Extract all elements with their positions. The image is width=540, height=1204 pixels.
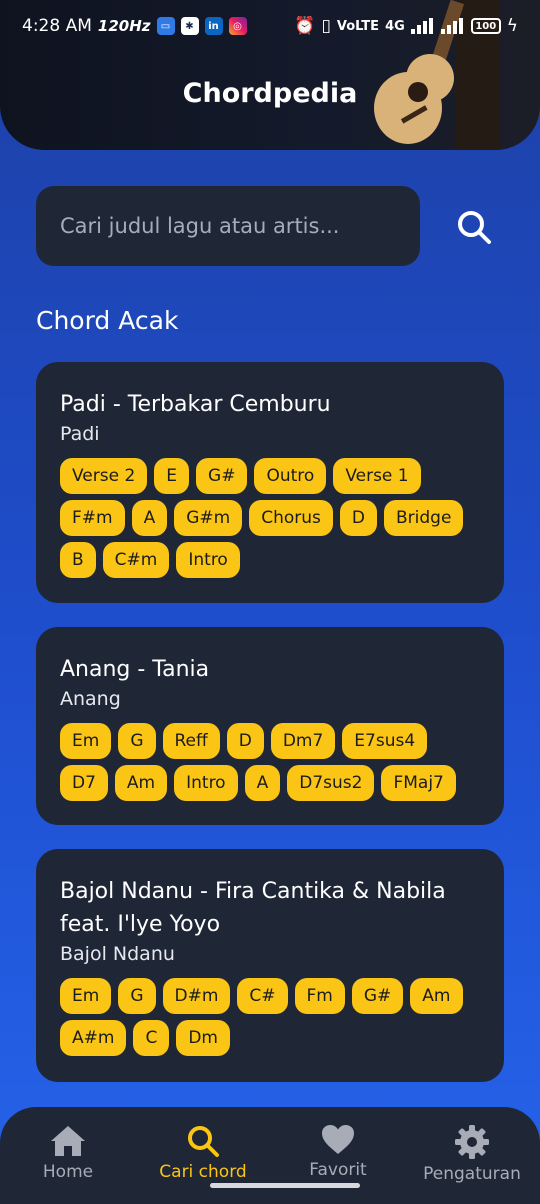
search-button[interactable] — [454, 207, 494, 247]
bottom-nav: Home Cari chord Favorit Pengaturan — [0, 1107, 540, 1204]
song-card[interactable]: Anang - Tania Anang Em G Reff D Dm7 E7sus4 D7 A… — [36, 627, 504, 825]
chord-chip[interactable]: B — [60, 542, 96, 578]
search-input[interactable] — [60, 214, 420, 238]
status-time: 4:28 AM — [22, 16, 92, 36]
network-type: 4G — [385, 18, 405, 34]
chord-chip[interactable]: G# — [351, 978, 404, 1014]
chord-chip[interactable]: Chorus — [249, 500, 333, 536]
chord-chip[interactable]: A — [131, 500, 168, 536]
app-notification-icon: ✱ — [180, 17, 199, 35]
nav-label: Home — [42, 1162, 94, 1182]
chord-chip[interactable]: G#m — [174, 500, 243, 536]
chord-chip[interactable]: G — [118, 723, 156, 759]
chord-chip[interactable]: Fm — [294, 978, 345, 1014]
chord-chip[interactable]: Bridge — [383, 500, 464, 536]
nav-label: Pengaturan — [423, 1164, 521, 1184]
chord-list: Verse 2 E G# Outro Verse 1 F#m A G#m Chorus D Brid… — [60, 458, 480, 578]
song-title: Padi - Terbakar Cemburu — [60, 392, 331, 417]
chord-chip[interactable]: Dm7 — [270, 723, 336, 759]
chord-chip[interactable]: D — [226, 723, 264, 759]
song-artist: Anang — [60, 688, 121, 710]
chord-list: Em G Reff D Dm7 E7sus4 D7 Am Intro A D7sus2 FMaj7 — [60, 723, 480, 801]
nav-favorit[interactable]: Favorit — [298, 1107, 378, 1204]
chord-chip[interactable]: G# — [196, 458, 248, 494]
alarm-icon: ⏰ — [294, 16, 316, 36]
nav-label: Cari chord — [159, 1162, 247, 1182]
home-indicator[interactable] — [210, 1183, 360, 1188]
signal-icon — [410, 18, 433, 34]
chord-chip[interactable]: Intro — [174, 765, 238, 801]
chord-chip[interactable]: Reff — [162, 723, 220, 759]
chord-chip[interactable]: FMaj7 — [381, 765, 456, 801]
chord-chip[interactable]: D — [339, 500, 377, 536]
linkedin-icon: in — [204, 17, 223, 35]
section-title: Chord Acak — [36, 306, 179, 335]
song-title: Anang - Tania — [60, 657, 210, 682]
chord-chip[interactable]: Verse 2 — [60, 458, 148, 494]
chord-chip[interactable]: A#m — [60, 1020, 127, 1056]
nav-label: Favorit — [309, 1160, 367, 1180]
battery-indicator: 100 — [470, 18, 501, 34]
chord-list: Em G D#m C# Fm G# Am A#m C Dm — [60, 978, 480, 1056]
signal-icon-2 — [440, 18, 463, 34]
chord-chip[interactable]: D7 — [60, 765, 108, 801]
chord-chip[interactable]: D#m — [162, 978, 231, 1014]
app-title: Chordpedia — [182, 78, 358, 109]
chord-chip[interactable]: Am — [114, 765, 168, 801]
gear-icon — [455, 1125, 489, 1159]
chord-chip[interactable]: Em — [60, 723, 112, 759]
search-box[interactable] — [36, 186, 420, 266]
instagram-icon: ◎ — [228, 17, 247, 35]
refresh-rate: 120Hz — [97, 17, 151, 35]
chord-chip[interactable]: A — [244, 765, 281, 801]
chord-chip[interactable]: E7sus4 — [342, 723, 428, 759]
song-artist: Padi — [60, 423, 100, 445]
chord-chip[interactable]: Em — [60, 978, 112, 1014]
vibrate-icon: ▯ — [321, 16, 331, 36]
charging-icon: ϟ — [506, 16, 518, 36]
chord-chip[interactable]: G — [118, 978, 156, 1014]
chord-chip[interactable]: C#m — [102, 542, 170, 578]
message-app-icon: ▭ — [156, 17, 175, 35]
song-title: Bajol Ndanu - Fira Cantika & Nabila feat… — [60, 879, 446, 937]
chord-chip[interactable]: Intro — [176, 542, 240, 578]
chord-chip[interactable]: C# — [237, 978, 288, 1014]
chord-chip[interactable]: Outro — [254, 458, 327, 494]
chord-chip[interactable]: C — [133, 1020, 170, 1056]
nav-cari-chord[interactable]: Cari chord — [153, 1107, 253, 1204]
chord-chip[interactable]: D7sus2 — [287, 765, 375, 801]
chord-chip[interactable]: Dm — [176, 1020, 230, 1056]
chord-chip[interactable]: Am — [410, 978, 463, 1014]
search-icon — [188, 1126, 219, 1157]
song-card[interactable]: Bajol Ndanu - Fira Cantika & Nabila feat… — [36, 849, 504, 1082]
home-icon — [51, 1126, 85, 1156]
song-artist: Bajol Ndanu — [60, 943, 175, 965]
chord-chip[interactable]: Verse 1 — [333, 458, 421, 494]
volte-label: VoLTE — [336, 18, 380, 34]
heart-icon — [322, 1125, 354, 1154]
chord-chip[interactable]: F#m — [60, 500, 125, 536]
status-bar: 4:28 AM 120Hz ▭ ✱ in ◎ ⏰ ▯ VoLTE 4G 100 … — [0, 0, 540, 52]
chord-chip[interactable]: E — [154, 458, 190, 494]
nav-pengaturan[interactable]: Pengaturan — [422, 1107, 522, 1204]
nav-home[interactable]: Home — [28, 1107, 108, 1204]
song-card[interactable]: Padi - Terbakar Cemburu Padi Verse 2 E G# O… — [36, 362, 504, 603]
